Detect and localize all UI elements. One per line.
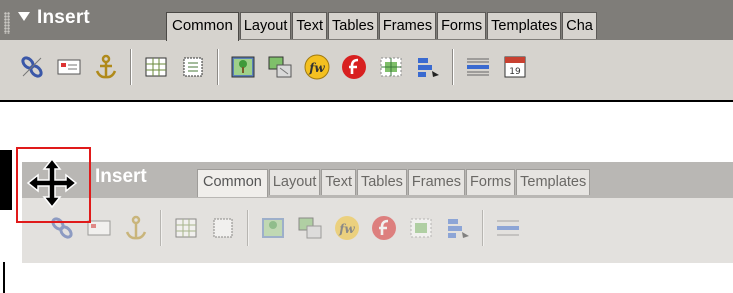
toolbar-separator <box>130 49 132 85</box>
image-icon[interactable] <box>259 214 287 242</box>
tab-common[interactable]: Common <box>166 12 239 41</box>
insert-panel: Insert Common Layout Text Tables Frames … <box>0 0 733 102</box>
flash-icon[interactable] <box>340 53 368 81</box>
tab-forms[interactable]: Forms <box>437 12 487 39</box>
tab-frames[interactable]: Frames <box>378 12 437 39</box>
document-edge-line <box>3 262 5 293</box>
rollover-image-icon[interactable] <box>377 53 405 81</box>
tab-templates[interactable]: Templates <box>516 169 591 195</box>
fireworks-html-icon[interactable]: fw <box>333 214 361 242</box>
toolbar-separator <box>217 49 219 85</box>
move-cursor-icon <box>26 157 78 209</box>
insert-toolbar: fw 19 <box>18 44 538 90</box>
toolbar-separator <box>247 210 249 246</box>
tab-text[interactable]: Text <box>292 12 327 39</box>
toolbar-separator <box>160 210 162 246</box>
horizontal-rule-icon[interactable] <box>494 214 522 242</box>
fireworks-html-icon[interactable]: fw <box>303 53 331 81</box>
layer-icon[interactable] <box>209 214 237 242</box>
named-anchor-icon[interactable] <box>92 53 120 81</box>
tab-common[interactable]: Common <box>197 169 268 197</box>
rollover-image-icon[interactable] <box>407 214 435 242</box>
tab-tables[interactable]: Tables <box>356 169 407 195</box>
dragged-insert-tabs: Common Layout Text Tables Frames Forms T… <box>197 169 591 197</box>
image-placeholder-icon[interactable] <box>296 214 324 242</box>
dragged-insert-panel[interactable]: Insert Common Layout Text Tables Frames … <box>0 158 733 263</box>
tab-layout[interactable]: Layout <box>239 12 292 39</box>
horizontal-rule-icon[interactable] <box>464 53 492 81</box>
image-icon[interactable] <box>229 53 257 81</box>
tab-tables[interactable]: Tables <box>328 12 378 39</box>
insert-tabs: Common Layout Text Tables Frames Forms T… <box>166 12 598 41</box>
tab-forms[interactable]: Forms <box>466 169 516 195</box>
tab-frames[interactable]: Frames <box>407 169 466 195</box>
toolbar-separator <box>482 210 484 246</box>
insert-panel-header[interactable]: Insert Common Layout Text Tables Frames … <box>0 0 733 41</box>
dragged-insert-toolbar: fw <box>48 210 531 246</box>
tab-templates[interactable]: Templates <box>487 12 562 39</box>
svg-text:fw: fw <box>308 61 325 75</box>
flash-icon[interactable] <box>370 214 398 242</box>
navigation-bar-icon[interactable] <box>414 53 442 81</box>
navigation-bar-icon[interactable] <box>444 214 472 242</box>
svg-text:fw: fw <box>338 222 355 236</box>
svg-text:19: 19 <box>509 67 521 77</box>
date-icon[interactable]: 19 <box>501 53 529 81</box>
tab-characters[interactable]: Cha <box>562 12 597 39</box>
collapse-arrow-icon[interactable] <box>18 12 30 21</box>
named-anchor-icon[interactable] <box>122 214 150 242</box>
hyperlink-icon[interactable] <box>18 53 46 81</box>
panel-title: Insert <box>37 7 90 28</box>
table-icon[interactable] <box>172 214 200 242</box>
dragged-panel-title: Insert <box>95 166 147 187</box>
toolbar-separator <box>452 49 454 85</box>
tab-layout[interactable]: Layout <box>268 169 321 195</box>
table-icon[interactable] <box>142 53 170 81</box>
email-link-icon[interactable] <box>55 53 83 81</box>
gripper-icon[interactable] <box>4 12 10 34</box>
image-placeholder-icon[interactable] <box>266 53 294 81</box>
tab-text[interactable]: Text <box>321 169 356 195</box>
layer-icon[interactable] <box>179 53 207 81</box>
